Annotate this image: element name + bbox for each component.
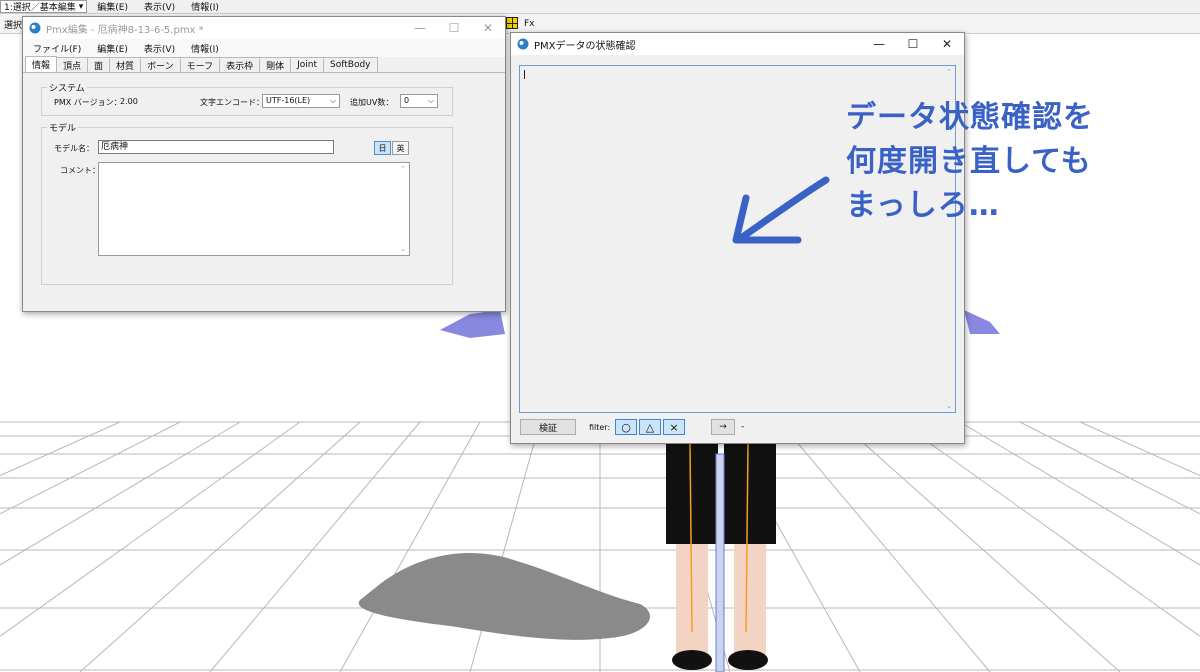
grid-icon[interactable] xyxy=(506,17,518,29)
mode-select[interactable]: 1:選択／基本編集 ▾ xyxy=(0,0,88,13)
chevron-down-icon: ▾ xyxy=(78,1,84,12)
model-foot-right xyxy=(728,650,768,670)
maximize-icon[interactable]: ☐ xyxy=(437,17,471,39)
model-name-value: 厄病神 xyxy=(101,142,129,152)
additional-uv-select[interactable]: 0 ⌵ xyxy=(400,94,438,108)
text-caret xyxy=(524,70,525,79)
pmx-editor-tabs: 情報 頂点 面 材質 ボーン モーフ 表示枠 剛体 Joint SoftBody xyxy=(23,56,505,73)
minimize-icon[interactable]: — xyxy=(403,17,437,39)
check-bottom-bar: 検証 filter: ○ △ × → - xyxy=(511,419,964,439)
scroll-up-icon[interactable]: ⌃ xyxy=(397,165,409,173)
model-leg-right xyxy=(724,444,776,544)
maximize-icon[interactable]: ☐ xyxy=(896,33,930,55)
annotation-text: データ状態確認を 何度開き直しても まっしろ… xyxy=(846,96,1146,228)
chevron-down-icon: ⌵ xyxy=(427,96,434,105)
filter-error-button[interactable]: × xyxy=(663,419,685,435)
menu-view[interactable]: 表示(V) xyxy=(144,42,175,55)
pmx-check-titlebar[interactable]: PMXデータの状態確認 — ☐ ✕ xyxy=(511,33,964,55)
status-text: - xyxy=(741,422,745,432)
tab-bone[interactable]: ボーン xyxy=(140,57,181,72)
lang-jp-button[interactable]: 日 xyxy=(374,141,391,155)
tab-softbody[interactable]: SoftBody xyxy=(323,57,378,72)
mode-select-value: 1:選択／基本編集 xyxy=(4,3,76,13)
annotation-line: データ状態確認を xyxy=(846,100,1094,135)
minimize-icon[interactable]: — xyxy=(862,33,896,55)
tab-vertex[interactable]: 頂点 xyxy=(56,57,89,72)
fx-button[interactable]: Fx xyxy=(524,19,535,29)
tab-info[interactable]: 情報 xyxy=(25,56,58,72)
annotation-line: 何度開き直しても xyxy=(846,144,1092,179)
model-shadow xyxy=(358,553,650,640)
additional-uv-value: 0 xyxy=(404,96,410,105)
pmx-version-label: PMX バージョン： xyxy=(54,98,122,107)
pmx-app-icon xyxy=(517,38,529,50)
scroll-up-icon[interactable]: ⌃ xyxy=(943,68,955,76)
model-foot-left xyxy=(672,650,712,670)
comment-textarea[interactable]: ⌃ ⌄ xyxy=(98,162,410,256)
annotation-line: まっしろ… xyxy=(846,188,1000,223)
close-icon[interactable]: ✕ xyxy=(930,33,964,55)
filter-label: filter: xyxy=(589,423,611,432)
tab-material[interactable]: 材質 xyxy=(109,57,142,72)
encode-select[interactable]: UTF-16(LE) ⌵ xyxy=(262,94,340,108)
model-name-label: モデル名： xyxy=(54,144,94,153)
filter-warning-button[interactable]: △ xyxy=(639,419,661,435)
toolbar-select-label[interactable]: 選択 xyxy=(4,18,22,31)
encode-select-value: UTF-16(LE) xyxy=(266,96,311,105)
main-menu-info[interactable]: 情報(I) xyxy=(191,0,219,13)
model-group: モデル モデル名： 厄病神 日 英 コメント： ⌃ ⌄ xyxy=(41,121,453,285)
menu-file[interactable]: ファイル(F) xyxy=(33,42,81,55)
comment-label: コメント： xyxy=(60,166,100,175)
tab-morph[interactable]: モーフ xyxy=(179,57,221,72)
pmx-editor-window[interactable]: Pmx編集 - 厄病神8-13-6-5.pmx * — ☐ ✕ ファイル(F) … xyxy=(22,16,506,312)
tab-face[interactable]: 面 xyxy=(87,57,111,72)
encode-label: 文字エンコード： xyxy=(200,98,264,107)
menu-edit[interactable]: 編集(E) xyxy=(97,42,128,55)
model-center-bone xyxy=(715,453,725,672)
main-menubar: 1:選択／基本編集 ▾ 編集(E) 表示(V) 情報(I) xyxy=(0,0,1200,14)
scroll-down-icon[interactable]: ⌄ xyxy=(943,402,955,410)
close-icon[interactable]: ✕ xyxy=(471,17,505,39)
tab-display-frame[interactable]: 表示枠 xyxy=(219,57,261,72)
pmx-version-value: 2.00 xyxy=(120,97,138,106)
chevron-down-icon: ⌵ xyxy=(329,96,336,105)
model-shin-right xyxy=(734,544,766,654)
next-button[interactable]: → xyxy=(711,419,735,435)
window-title: Pmx編集 - 厄病神8-13-6-5.pmx * xyxy=(46,24,204,36)
main-menu-view[interactable]: 表示(V) xyxy=(144,0,175,13)
menu-info[interactable]: 情報(I) xyxy=(191,42,219,55)
tab-rigid-body[interactable]: 剛体 xyxy=(259,57,292,72)
info-tab-panel: システム PMX バージョン： 2.00 文字エンコード： UTF-16(LE)… xyxy=(23,73,505,305)
model-name-input[interactable]: 厄病神 xyxy=(98,140,334,154)
tab-joint[interactable]: Joint xyxy=(290,57,325,72)
lang-en-button[interactable]: 英 xyxy=(392,141,409,155)
model-hand-right xyxy=(964,310,1000,334)
model-leg-left xyxy=(666,444,718,544)
annotation-arrow-icon xyxy=(732,176,830,244)
system-group-legend: システム xyxy=(47,81,87,94)
pmx-app-icon xyxy=(29,22,41,34)
model-group-legend: モデル xyxy=(47,121,79,134)
window-title: PMXデータの状態確認 xyxy=(534,40,636,52)
main-menu-edit[interactable]: 編集(E) xyxy=(97,0,128,13)
model-hand-left xyxy=(440,310,505,338)
additional-uv-label: 追加UV数： xyxy=(350,98,394,107)
scroll-down-icon[interactable]: ⌄ xyxy=(397,245,409,253)
pmx-editor-menubar: ファイル(F) 編集(E) 表示(V) 情報(I) xyxy=(23,39,505,57)
filter-ok-button[interactable]: ○ xyxy=(615,419,637,435)
system-group: システム PMX バージョン： 2.00 文字エンコード： UTF-16(LE)… xyxy=(41,81,453,116)
pmx-editor-titlebar[interactable]: Pmx編集 - 厄病神8-13-6-5.pmx * — ☐ ✕ xyxy=(23,17,505,39)
verify-button[interactable]: 検証 xyxy=(520,419,576,435)
comment-scrollbar[interactable]: ⌃ ⌄ xyxy=(397,163,409,255)
